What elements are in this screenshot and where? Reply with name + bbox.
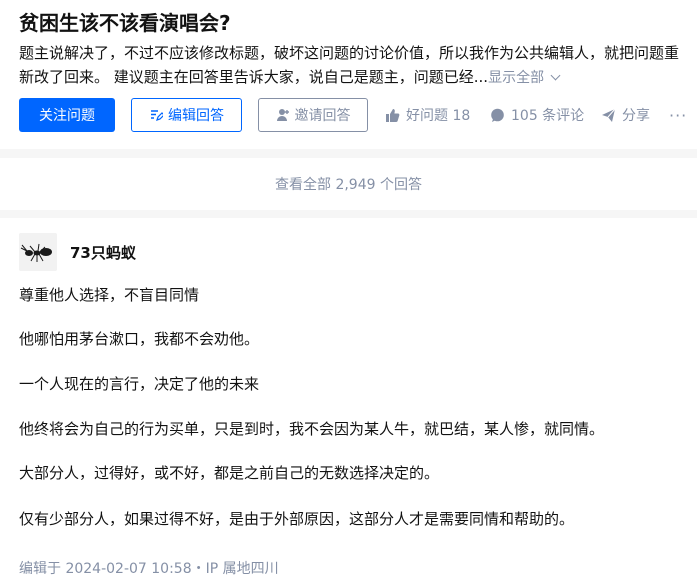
question-header: 贫困生该不该看演唱会? 题主说解决了，不过不应该修改标题，破坏这问题的讨论价值，…	[0, 0, 697, 149]
invite-answer-label: 邀请回答	[294, 108, 351, 124]
view-all-answers-link[interactable]: 查看全部 2,949 个回答	[0, 158, 697, 210]
share-button[interactable]: 分享	[601, 98, 650, 132]
comment-bubble-icon	[490, 108, 505, 123]
invite-user-icon	[276, 108, 290, 122]
answer-card: 73只蚂蚁 尊重他人选择，不盲目同情 他哪怕用茅台漱口，我都不会劝他。 一个人现…	[0, 218, 697, 581]
question-description-text: 题主说解决了，不过不应该修改标题，破坏这问题的讨论价值，所以我作为公共编辑人，就…	[19, 44, 680, 86]
question-actions: 关注问题 编辑回答 邀请回答 好问题 18 105 条评论 分享 ···	[19, 98, 689, 132]
answer-paragraph: 一个人现在的言行，决定了他的未来	[19, 375, 260, 393]
share-label: 分享	[622, 108, 650, 124]
pen-icon	[149, 108, 163, 122]
answer-paragraph: 仅有少部分人，如果过得不好，是由于外部原因，这部分人才是需要同情和帮助的。	[19, 510, 575, 528]
comments-label: 105 条评论	[511, 108, 585, 124]
chevron-down-icon	[550, 70, 561, 81]
ant-icon	[19, 233, 57, 271]
follow-question-label: 关注问题	[39, 108, 95, 124]
comments-button[interactable]: 105 条评论	[490, 98, 584, 132]
good-question-label: 好问题 18	[406, 108, 471, 124]
paper-plane-icon	[601, 108, 616, 123]
more-options-icon: ···	[669, 105, 688, 125]
avatar[interactable]	[19, 233, 57, 271]
answer-paragraph: 尊重他人选择，不盲目同情	[19, 286, 200, 304]
follow-question-button[interactable]: 关注问题	[19, 98, 115, 132]
show-all-link[interactable]: 显示全部	[488, 70, 561, 86]
question-description: 题主说解决了，不过不应该修改标题，破坏这问题的讨论价值，所以我作为公共编辑人，就…	[19, 41, 691, 90]
invite-answer-button[interactable]: 邀请回答	[258, 98, 368, 132]
answer-paragraph: 大部分人，过得好，或不好，都是之前自己的无数选择决定的。	[19, 464, 440, 482]
answer-paragraph: 他终将会为自己的行为买单，只是到时，我不会因为某人牛，就巴结，某人惨，就同情。	[19, 420, 605, 438]
thumbs-up-icon	[385, 108, 400, 123]
view-all-answers-label: 查看全部 2,949 个回答	[275, 177, 422, 193]
author-name[interactable]: 73只蚂蚁	[70, 242, 136, 263]
answer-paragraph: 他哪怕用茅台漱口，我都不会劝他。	[19, 330, 260, 348]
good-question-button[interactable]: 好问题 18	[385, 98, 470, 132]
edited-timestamp[interactable]: 编辑于 2024-02-07 10:58・IP 属地四川	[19, 558, 279, 578]
edit-answer-label: 编辑回答	[168, 108, 224, 124]
edit-answer-button[interactable]: 编辑回答	[131, 98, 242, 132]
more-options-button[interactable]: ···	[669, 98, 687, 132]
question-title: 贫困生该不该看演唱会?	[19, 11, 231, 35]
